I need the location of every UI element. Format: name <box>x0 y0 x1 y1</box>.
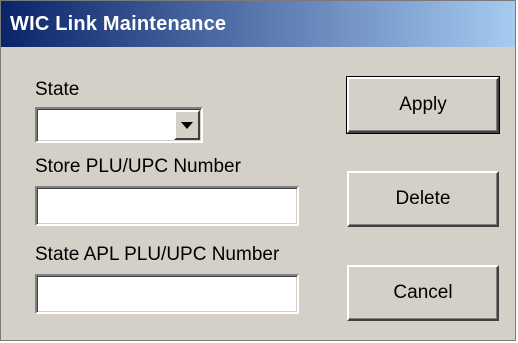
store-plu-input[interactable] <box>35 186 299 226</box>
state-label: State <box>35 79 80 100</box>
chevron-down-icon <box>181 121 193 129</box>
window-title: WIC Link Maintenance <box>10 12 227 35</box>
state-dropdown[interactable] <box>35 107 203 143</box>
delete-button[interactable]: Delete <box>347 171 499 227</box>
apply-button[interactable]: Apply <box>346 76 500 134</box>
state-apl-input[interactable] <box>35 274 299 314</box>
dropdown-button[interactable] <box>174 110 200 140</box>
cancel-button[interactable]: Cancel <box>347 265 499 321</box>
wic-link-maintenance-dialog: WIC Link Maintenance State Store PLU/UPC… <box>0 0 516 341</box>
store-plu-label: Store PLU/UPC Number <box>35 156 241 177</box>
title-bar: WIC Link Maintenance <box>1 1 515 47</box>
state-apl-label: State APL PLU/UPC Number <box>35 244 280 265</box>
